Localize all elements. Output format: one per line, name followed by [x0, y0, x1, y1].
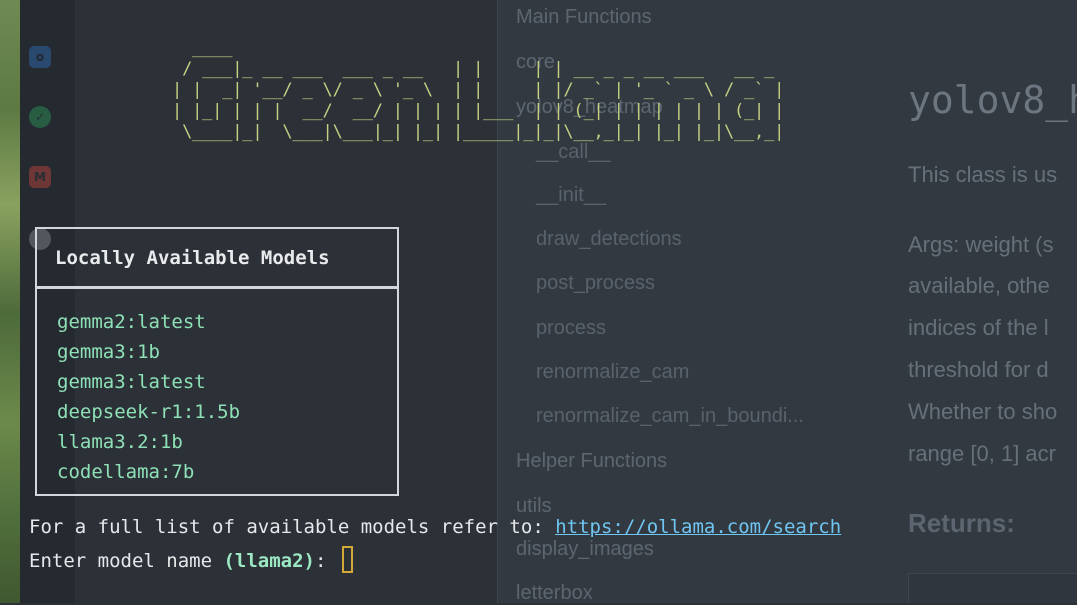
models-table: Locally Available Models gemma2:latest g… [35, 227, 399, 496]
info-line: For a full list of available models refe… [29, 516, 841, 538]
docs-line: This class is us [908, 162, 1058, 187]
nav-item-helper[interactable]: letterbox [516, 582, 593, 605]
text-cursor[interactable] [341, 546, 353, 573]
prompt-text: Enter model name [29, 550, 224, 572]
nav-item-utils[interactable]: utils [516, 495, 552, 518]
gmail-icon[interactable]: M [29, 166, 51, 188]
docs-line: threshold for d [908, 357, 1049, 382]
model-name: gemma3:latest [57, 371, 206, 393]
prompt-colon: : [314, 550, 338, 572]
docs-line: range [0, 1] acr [908, 441, 1056, 466]
nav-member[interactable]: post_process [536, 272, 655, 295]
nav-item-helper[interactable]: display_images [516, 538, 654, 561]
nav-heading-helper-functions[interactable]: Helper Functions [516, 450, 667, 473]
model-name: llama3.2:1b [57, 431, 183, 453]
docs-title: yolov8_h [908, 78, 1077, 122]
nav-member[interactable]: renormalize_cam [536, 361, 689, 384]
model-name: gemma2:latest [57, 311, 206, 333]
outlook-icon[interactable]: o [29, 46, 51, 68]
docs-code-box [908, 573, 1077, 603]
nav-heading-main-functions[interactable]: Main Functions [516, 6, 652, 29]
models-table-header: Locally Available Models [37, 229, 397, 289]
nav-member[interactable]: draw_detections [536, 228, 682, 251]
models-list: gemma2:latest gemma3:1b gemma3:latest de… [57, 307, 240, 487]
model-name: codellama:7b [57, 461, 195, 483]
docs-line: available, othe [908, 273, 1050, 298]
model-name: gemma3:1b [57, 341, 160, 363]
nav-member[interactable]: __call__ [536, 141, 611, 164]
prompt-default: (llama2) [223, 550, 315, 572]
docs-content: yolov8_h This class is us Args: weight (… [908, 0, 1077, 603]
info-text: For a full list of available models refe… [29, 516, 556, 538]
docs-line: Args: weight (s [908, 232, 1054, 257]
chat-icon[interactable]: ✓ [29, 106, 51, 128]
prompt-line[interactable]: Enter model name (llama2): [29, 546, 353, 573]
model-name: deepseek-r1:1.5b [57, 401, 241, 423]
models-link[interactable]: https://ollama.com/search [555, 516, 841, 538]
nav-member[interactable]: process [536, 317, 606, 340]
desktop-wallpaper [0, 0, 20, 603]
docs-line: indices of the l [908, 315, 1049, 340]
nav-member[interactable]: __init__ [536, 184, 606, 207]
nav-member[interactable]: renormalize_cam_in_boundi... [536, 405, 804, 428]
docs-line: Whether to sho [908, 399, 1058, 424]
docs-returns-heading: Returns: [908, 508, 1015, 538]
ascii-banner: ____ / ___|_ __ ___ ___ _ __ | | | | __ … [172, 38, 785, 142]
